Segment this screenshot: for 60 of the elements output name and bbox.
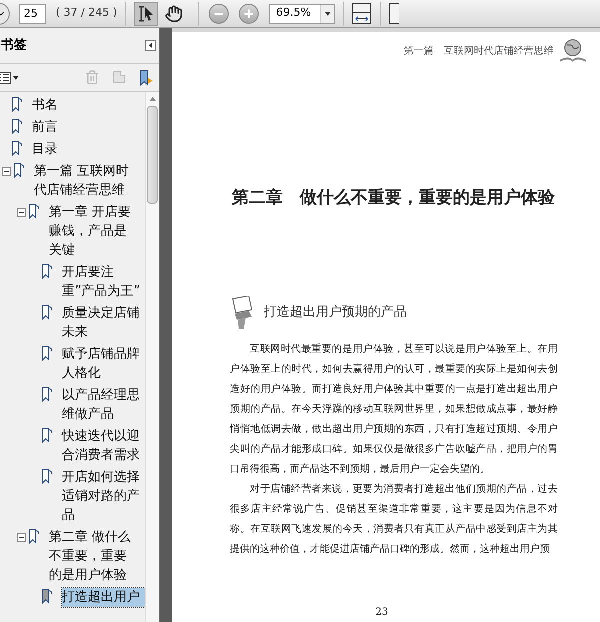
bookmark-item[interactable]: 书名 [32, 96, 132, 115]
bookmark-icon [14, 163, 25, 178]
zoom-value: 69.5% [275, 5, 312, 22]
bookmark-item[interactable]: 第二章 做什么不重要，重要的是用户体验 [49, 528, 137, 585]
caret-icon [324, 12, 331, 16]
collapse-toggle[interactable] [17, 533, 26, 542]
bookmark-icon [29, 204, 40, 219]
zoom-in-button[interactable] [239, 4, 260, 24]
left-arrow-icon [149, 43, 152, 48]
bookmark-item[interactable]: 赋予店铺品牌人格化 [62, 345, 145, 383]
section-heading: 打造超出用户预期的产品 [264, 304, 407, 322]
collapse-toggle[interactable] [2, 167, 11, 176]
bookmark-item[interactable]: 前言 [32, 118, 132, 137]
bookmark-icon [42, 469, 53, 484]
list-icon [0, 72, 11, 84]
body-paragraph: 对于店铺经营者来说，更要为消费者打造超出他们预期的产品，过去很多店主经常说广告、促销甚至渠道非常重要，这主要是因为信息不对称。在互联网飞速发展的今天，消费者只有真正从产品中感受到店主为其提供的这种价值，才能促进店铺产品口碑的形成。然而，这种超出用户预 [230, 482, 558, 556]
panel-title: 书签 [1, 36, 27, 55]
select-tool-button[interactable] [134, 2, 158, 26]
chapter-title: 第二章 做什么不重要，重要的是用户体验 [232, 187, 556, 210]
new-bookmark-icon[interactable] [139, 70, 155, 86]
bookmark-icon [29, 529, 40, 544]
bookmark-icon [42, 264, 53, 279]
bookmark-icon [42, 387, 53, 402]
caret-icon [13, 76, 19, 80]
bookmark-item[interactable]: 开店如何选择适销对路的产品 [62, 468, 145, 525]
bookmark-icon [12, 119, 23, 134]
scrollbar[interactable] [145, 92, 159, 622]
bookmark-icon [12, 141, 23, 156]
options-button[interactable] [0, 72, 19, 84]
scrollbar-thumb[interactable] [147, 106, 158, 204]
collapse-panel-button[interactable] [145, 40, 156, 51]
running-header: 第一篇 互联网时代店铺经营思维 [404, 44, 554, 58]
fit-page-icon[interactable] [352, 2, 372, 24]
body-paragraph: 互联网时代最重要的是用户体验，甚至可以说是用户体验至上。在用户体验至上的时代，如何去赢得用户的认可，最重要的实际上是如何去创造好的用户体验。而打造良好用户体验其中重要的一点是打造出超出用户预期的产品。在今天浮躁的移动互联网世界里，如果想做成点事，最好静悄悄地低调去做，做出超出用户预期的东西，只有打造超过预期、令用户尖叫的产品才能形成口碑。如果仅仅是做很多广告吹嘘产品，把用户的胃口吊得很高，而产品达不到预期，最后用户一定会失望的。 [230, 342, 558, 476]
bookmark-item[interactable]: 目录 [32, 140, 132, 159]
bookmark-item[interactable]: 质量决定店铺未来 [62, 304, 145, 342]
zoom-dropdown[interactable] [320, 4, 334, 22]
page-view-icon[interactable] [389, 2, 400, 24]
bookmark-icon [42, 589, 53, 604]
page-number: 23 [376, 606, 390, 620]
collapse-toggle[interactable] [17, 208, 26, 217]
page-count: ( 37 / 245 ) [56, 5, 118, 22]
page-number-field[interactable]: 25 [19, 4, 46, 24]
bookmark-icon [12, 97, 23, 112]
up-arrow-icon [150, 97, 156, 101]
bookmark-item[interactable]: 快速迭代以迎合消费者需求 [62, 427, 145, 465]
globe-book-icon [558, 38, 588, 64]
bookmark-icon [42, 346, 53, 361]
bookmark-icon [42, 428, 53, 443]
bookmark-item[interactable]: 第一篇 互联网时代店铺经营思维 [34, 162, 134, 200]
bookmark-item[interactable]: 第一章 开店要赚钱，产品是关键 [49, 203, 137, 260]
hand-icon [165, 4, 184, 22]
bookmark-item[interactable]: 以产品经理思维做产品 [62, 386, 145, 424]
plus-icon [243, 8, 256, 20]
zoom-out-button[interactable] [209, 4, 230, 24]
bookmark-icon [42, 305, 53, 320]
text-select-icon [137, 4, 156, 22]
zoom-field[interactable]: 69.5% [269, 4, 336, 24]
bookmark-item[interactable]: 开店要注重”产品为王” [62, 263, 145, 301]
bookmark-item[interactable]: 打造超出用户 [62, 588, 145, 607]
